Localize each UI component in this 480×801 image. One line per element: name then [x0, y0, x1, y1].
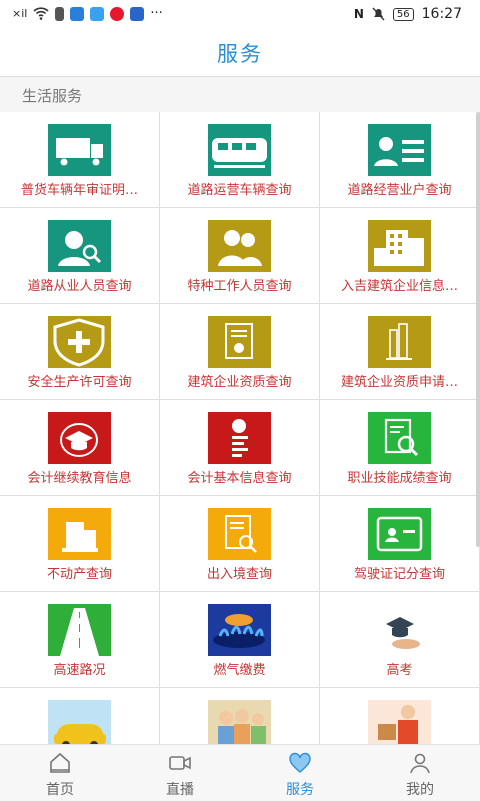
service-label: 入吉建筑企业信息… — [340, 279, 458, 294]
section-header: 生活服务 — [0, 76, 480, 114]
heart-service-icon — [289, 752, 311, 773]
yuan-document-icon — [208, 412, 271, 464]
service-item[interactable]: 燃气缴费 — [160, 592, 320, 688]
nfc-icon: N — [353, 7, 364, 21]
highway-icon — [48, 604, 111, 656]
page-title: 服务 — [217, 42, 263, 66]
service-item[interactable]: 高考 — [320, 592, 480, 688]
real-estate-icon — [48, 508, 111, 560]
tab-mine[interactable]: 我的 — [360, 745, 480, 801]
service-grid: 普货车辆年审证明… 道路运营车辆查询 道路经营业户查询道路从业人员查询 特种工作人员查… — [0, 112, 480, 744]
tab-home[interactable]: 首页 — [0, 745, 120, 801]
header: 服务 — [0, 30, 480, 76]
service-label: 道路运营车辆查询 — [187, 183, 292, 198]
wifi-icon — [33, 7, 49, 20]
document-magnifier-icon — [208, 508, 271, 560]
service-label: 会计基本信息查询 — [187, 471, 292, 486]
tab-label: 首页 — [46, 782, 74, 798]
service-item[interactable]: 建筑企业资质申请… — [320, 304, 480, 400]
shield-plus-icon — [48, 316, 111, 368]
shield-app-icon — [130, 6, 145, 21]
user-icon — [410, 753, 430, 774]
service-label: 普货车辆年审证明… — [20, 183, 138, 198]
tab-label: 服务 — [286, 782, 314, 798]
mute-icon — [372, 7, 385, 21]
service-label: 道路经营业户查询 — [347, 183, 452, 198]
section-title: 生活服务 — [22, 87, 83, 105]
service-item[interactable]: 职业技能成绩查询 — [320, 400, 480, 496]
home-icon — [50, 752, 70, 773]
elderly-people-icon — [208, 700, 271, 744]
service-item[interactable]: 道路运营车辆查询 — [160, 112, 320, 208]
service-item[interactable]: 入吉建筑企业信息… — [320, 208, 480, 304]
service-item[interactable]: 出入境查询 — [160, 496, 320, 592]
cloud-app-icon — [90, 6, 105, 21]
service-item[interactable] — [0, 688, 160, 744]
truck-icon — [48, 124, 111, 176]
service-item[interactable] — [320, 688, 480, 744]
service-item[interactable]: 道路经营业户查询 — [320, 112, 480, 208]
service-label: 燃气缴费 — [213, 663, 266, 678]
train-icon — [208, 124, 271, 176]
people-icon — [208, 220, 271, 272]
search-app-icon — [70, 6, 85, 21]
service-label: 职业技能成绩查询 — [347, 471, 452, 486]
tab-service[interactable]: 服务 — [240, 745, 360, 801]
service-item[interactable] — [160, 688, 320, 744]
gas-flame-icon — [208, 604, 271, 656]
service-item[interactable]: 会计继续教育信息 — [0, 400, 160, 496]
service-label: 安全生产许可查询 — [27, 375, 132, 390]
service-item[interactable]: 道路从业人员查询 — [0, 208, 160, 304]
person-search-icon — [48, 220, 111, 272]
more-notifications-icon: ··· — [150, 6, 163, 21]
license-card-icon — [368, 508, 431, 560]
certificate-icon — [208, 316, 271, 368]
signal-icon: ×il — [12, 7, 28, 20]
taxi-icon — [48, 700, 111, 744]
video-camera-icon — [169, 756, 191, 770]
service-label: 特种工作人员查询 — [187, 279, 292, 294]
delivery-icon — [368, 700, 431, 744]
service-label: 建筑企业资质查询 — [187, 375, 292, 390]
service-item[interactable]: 不动产查询 — [0, 496, 160, 592]
weibo-app-icon — [110, 6, 125, 21]
scrollbar[interactable] — [476, 112, 480, 547]
document-search-icon — [368, 412, 431, 464]
service-label: 高考 — [386, 663, 413, 678]
service-label: 驾驶证记分查询 — [353, 567, 445, 582]
tower-icon — [368, 316, 431, 368]
service-item[interactable]: 特种工作人员查询 — [160, 208, 320, 304]
exam-cap-icon — [368, 604, 431, 656]
service-label: 不动产查询 — [46, 567, 112, 582]
building-icon — [368, 220, 431, 272]
graduation-cap-icon — [48, 412, 111, 464]
id-card-icon — [368, 124, 431, 176]
battery-icon: 56 — [392, 7, 414, 21]
service-label: 会计继续教育信息 — [27, 471, 132, 486]
tab-label: 直播 — [166, 782, 194, 798]
service-label: 出入境查询 — [206, 567, 272, 582]
service-item[interactable]: 高速路况 — [0, 592, 160, 688]
service-item[interactable]: 建筑企业资质查询 — [160, 304, 320, 400]
service-label: 建筑企业资质申请… — [340, 375, 458, 390]
tab-live[interactable]: 直播 — [120, 745, 240, 801]
service-label: 高速路况 — [53, 663, 106, 678]
service-item[interactable]: 普货车辆年审证明… — [0, 112, 160, 208]
service-item[interactable]: 会计基本信息查询 — [160, 400, 320, 496]
bottom-tab-bar: 首页 直播 服务 我的 — [0, 744, 480, 801]
service-item[interactable]: 驾驶证记分查询 — [320, 496, 480, 592]
tab-label: 我的 — [406, 782, 434, 798]
service-item[interactable]: 安全生产许可查询 — [0, 304, 160, 400]
status-bar: ×il ··· N 56 16:27 — [0, 0, 480, 30]
service-label: 道路从业人员查询 — [27, 279, 132, 294]
clock: 16:27 — [421, 6, 462, 22]
sim-icon — [55, 6, 65, 21]
